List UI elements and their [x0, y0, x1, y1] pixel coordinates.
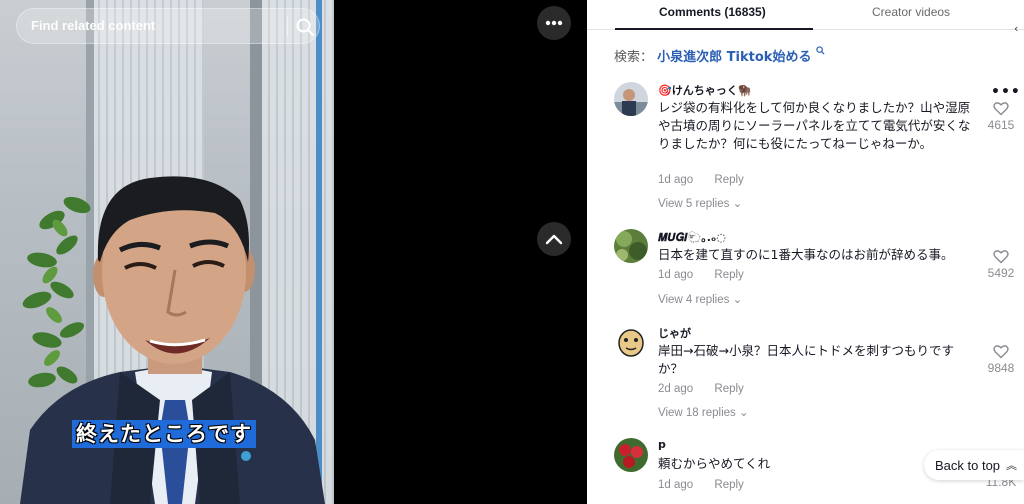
back-to-top-label: Back to top	[935, 457, 1001, 473]
reply-button[interactable]: Reply	[714, 479, 743, 491]
view-replies-label: View 5 replies	[658, 198, 730, 210]
reply-button[interactable]: Reply	[714, 174, 743, 186]
avatar[interactable]	[614, 325, 648, 359]
more-dots-icon	[545, 20, 563, 26]
heart-icon	[993, 345, 1009, 359]
chevron-down-icon: ⌄	[732, 198, 743, 210]
back-to-top-button[interactable]: Back to top ︽	[924, 450, 1024, 480]
find-related-search[interactable]: Find related content	[16, 8, 320, 44]
search-placeholder: Find related content	[31, 18, 156, 33]
view-replies-label: View 18 replies	[658, 407, 736, 419]
more-options-button[interactable]	[537, 6, 571, 40]
comment-meta: 1d ago Reply	[658, 269, 744, 281]
avatar[interactable]	[614, 438, 648, 472]
comment-meta: 1d ago Reply	[658, 479, 744, 491]
comment-username[interactable]: じゃが	[658, 325, 691, 341]
like-count: 5492	[987, 266, 1015, 280]
active-tab-indicator	[615, 28, 813, 30]
avatar[interactable]	[614, 82, 648, 116]
heart-icon	[993, 102, 1009, 116]
search-divider	[287, 17, 288, 37]
tab-scroll-icon[interactable]: ‹	[1014, 22, 1018, 35]
comment-text: 日本を建て直すのに1番大事なのはお前が辞める事。	[658, 247, 954, 262]
comment-date: 1d ago	[658, 479, 694, 491]
chevron-up-icon: ︽	[1006, 460, 1018, 472]
reply-button[interactable]: Reply	[714, 269, 743, 281]
view-replies-button[interactable]: View 4 replies ⌄	[658, 292, 742, 306]
tab-creator-videos[interactable]: Creator videos	[872, 5, 950, 19]
like-count: 9848	[987, 361, 1015, 375]
related-search[interactable]: 検索： 小泉進次郎 Tiktok始める	[614, 46, 825, 65]
comment-meta: 2d ago Reply	[658, 383, 744, 395]
comment-text: レジ袋の有料化をして何か良くなりましたか？山や湿原や古墳の周りにソーラーパネルを…	[658, 100, 971, 151]
like-button[interactable]: 4615	[983, 101, 1019, 132]
previous-video-button[interactable]	[537, 222, 571, 256]
video-player[interactable]: Find related content 終えたところです	[0, 0, 334, 504]
view-replies-label: View 4 replies	[658, 294, 730, 306]
comment-meta: 1d ago Reply	[658, 174, 744, 186]
chevron-up-icon	[545, 234, 563, 245]
search-icon	[815, 46, 825, 55]
app-root: Find related content 終えたところです Comments (…	[0, 0, 1024, 504]
heart-icon	[993, 250, 1009, 264]
search-icon[interactable]	[295, 17, 315, 37]
like-count: 4615	[987, 118, 1015, 132]
comment-date: 2d ago	[658, 383, 694, 395]
comment-username[interactable]: 🎯けんちゃっく🦬	[658, 82, 751, 98]
avatar[interactable]	[614, 229, 648, 263]
comment-username[interactable]: p	[658, 438, 666, 451]
video-caption: 終えたところです	[72, 420, 256, 448]
chevron-down-icon: ⌄	[738, 407, 749, 419]
like-button[interactable]: 5492	[983, 249, 1019, 280]
related-search-link[interactable]: 小泉進次郎 Tiktok始める	[657, 50, 811, 65]
comment-more-button[interactable]: •••	[991, 84, 1021, 100]
comments-panel: Comments (16835) Creator videos ‹ 検索： 小泉…	[587, 0, 1024, 504]
comment-username[interactable]: 𝑴𝑼𝑮𝑰🐑｡.ₒ◌	[658, 229, 726, 245]
comment-date: 1d ago	[658, 174, 694, 186]
panel-tabs: Comments (16835) Creator videos ‹	[587, 0, 1024, 35]
like-button[interactable]: 9848	[983, 344, 1019, 375]
view-replies-button[interactable]: View 18 replies ⌄	[658, 405, 749, 419]
view-replies-button[interactable]: View 5 replies ⌄	[658, 196, 742, 210]
comment-text: 岸田→石破→小泉？日本人にトドメを刺すつもりですか？	[658, 343, 954, 376]
tab-comments[interactable]: Comments (16835)	[659, 5, 766, 19]
related-search-prefix: 検索：	[614, 50, 654, 65]
reply-button[interactable]: Reply	[714, 383, 743, 395]
comment-date: 1d ago	[658, 269, 694, 281]
chevron-down-icon: ⌄	[732, 294, 743, 306]
